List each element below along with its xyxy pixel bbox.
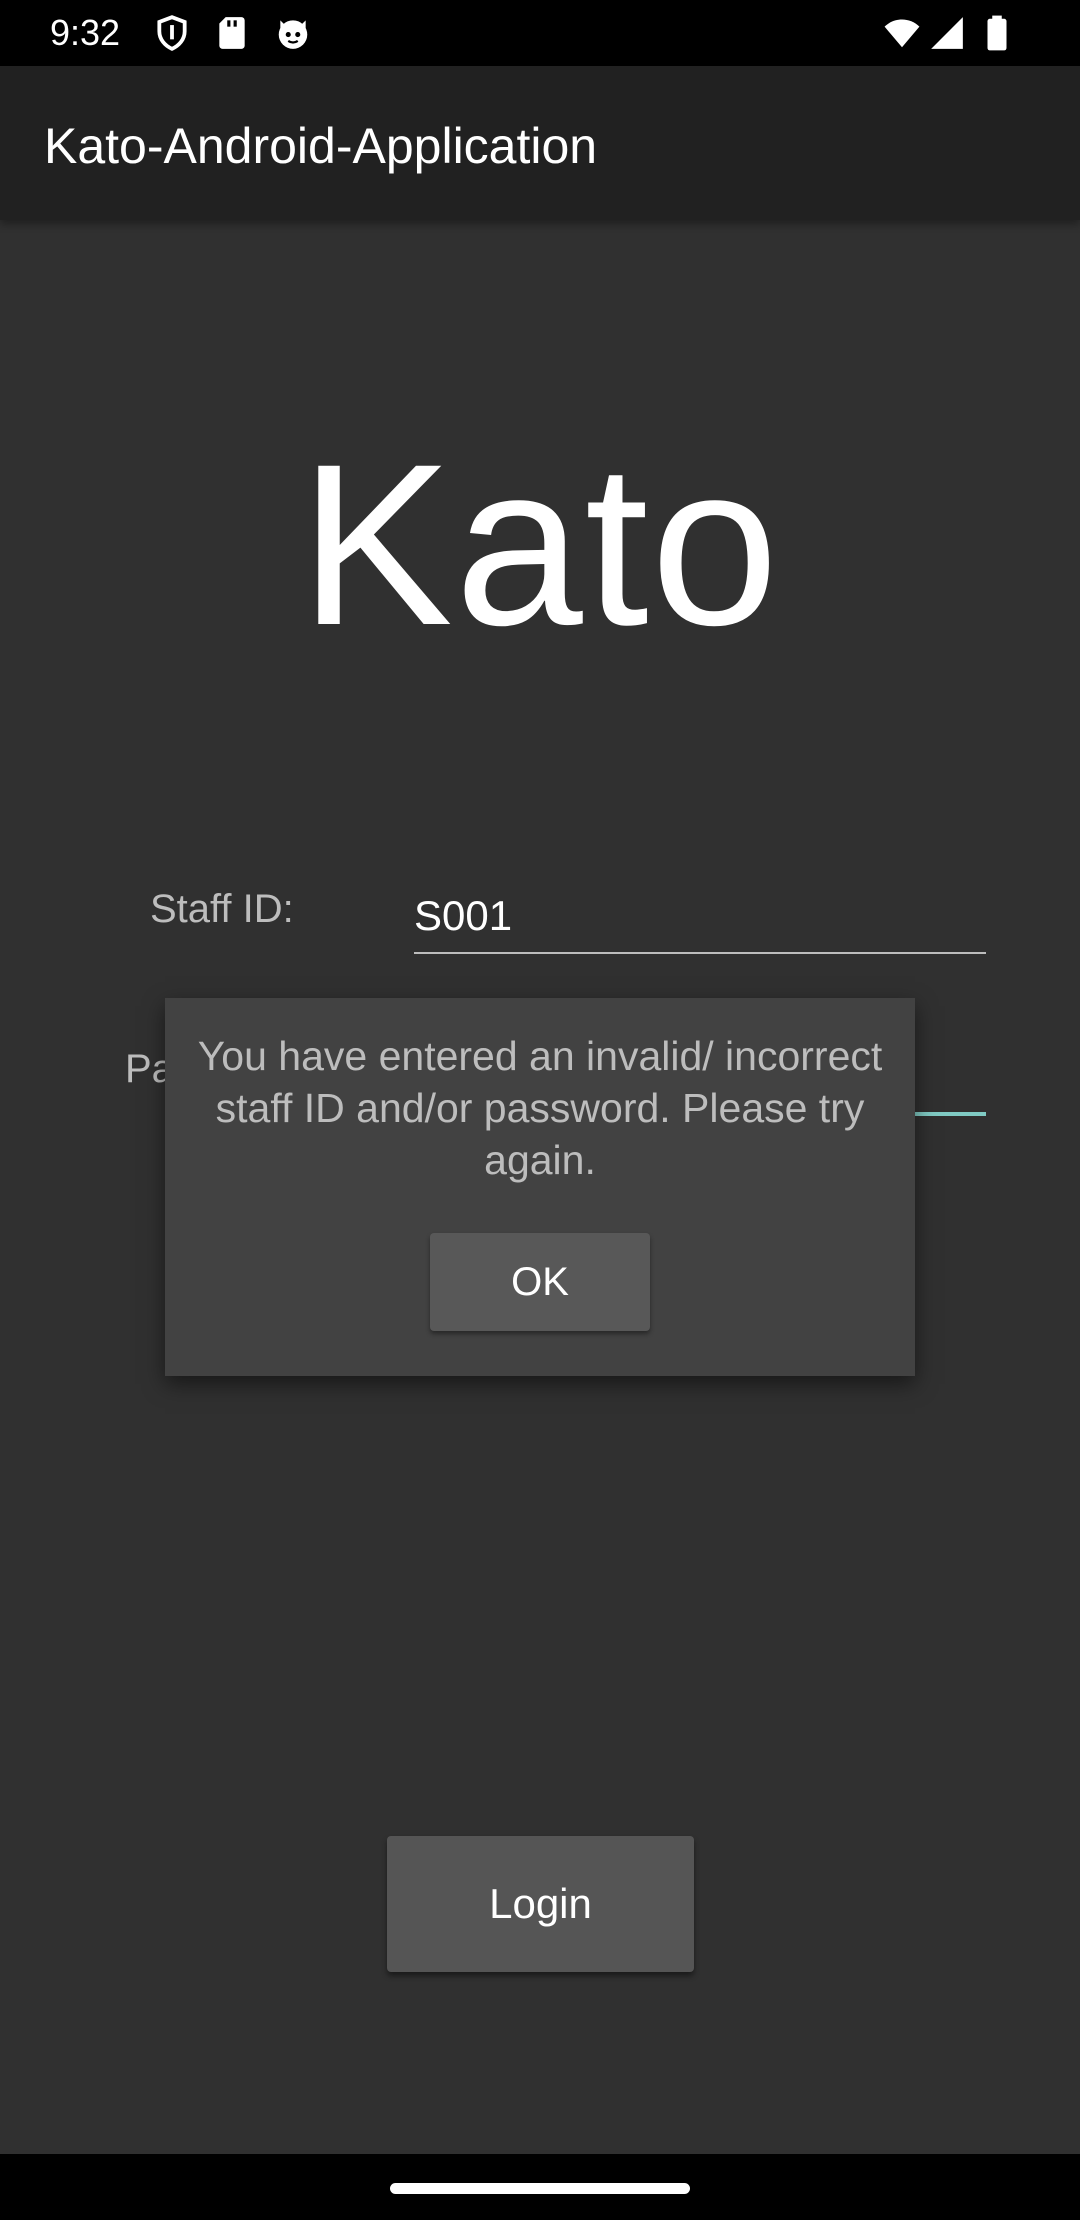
sd-card-icon <box>213 14 251 52</box>
battery-icon <box>978 14 1016 52</box>
home-gesture-handle[interactable] <box>390 2183 690 2194</box>
ok-button[interactable]: OK <box>430 1233 650 1331</box>
dialog-message: You have entered an invalid/ incorrect s… <box>197 1033 883 1183</box>
login-button[interactable]: Login <box>387 1836 694 1972</box>
app-screen: 9:32 Kato-Android-Application Kato Staff… <box>0 0 1080 2220</box>
error-dialog: You have entered an invalid/ incorrect s… <box>165 998 915 1376</box>
app-title: Kato-Android-Application <box>44 118 598 174</box>
navigation-bar <box>0 2154 1080 2220</box>
staff-id-input[interactable] <box>414 880 986 954</box>
wifi-icon <box>880 14 924 52</box>
status-bar: 9:32 <box>0 0 1080 66</box>
status-time: 9:32 <box>50 12 121 53</box>
signal-icon <box>928 14 966 52</box>
shield-icon <box>153 14 191 52</box>
kato-logo-text: Kato <box>299 416 781 673</box>
app-bar: Kato-Android-Application <box>0 66 1080 220</box>
cat-face-icon <box>274 14 312 52</box>
staff-id-label: Staff ID: <box>150 887 294 931</box>
